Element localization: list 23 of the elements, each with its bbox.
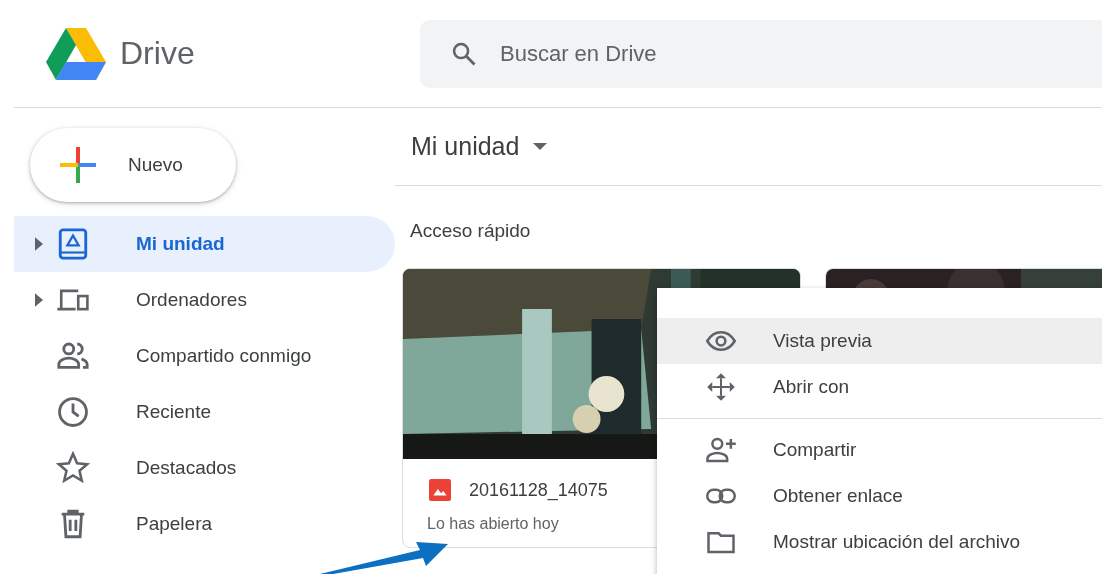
app-name: Drive <box>120 35 195 72</box>
drive-icon <box>56 227 90 261</box>
sidebar-item[interactable]: Compartido conmigo <box>14 328 395 384</box>
sidebar-item[interactable]: Ordenadores <box>14 272 395 328</box>
sidebar-item[interactable]: Destacados <box>14 440 395 496</box>
image-file-icon <box>429 479 451 501</box>
sidebar-item[interactable]: Papelera <box>14 496 395 552</box>
star-icon <box>56 451 90 485</box>
file-subtitle: Lo has abierto hoy <box>427 515 560 533</box>
menu-item[interactable]: Vista previa <box>657 318 1102 364</box>
move-arrows-icon <box>705 372 737 402</box>
file-name: 20161128_14075 <box>469 479 608 501</box>
person-add-icon <box>705 435 737 465</box>
drive-logo-icon <box>46 27 106 80</box>
plus-icon <box>60 147 96 183</box>
new-button[interactable]: Nuevo <box>30 128 236 202</box>
search-field[interactable]: Buscar en Drive <box>420 19 1102 88</box>
folder-dropdown[interactable]: Mi unidad <box>411 132 548 161</box>
sidebar-item[interactable]: Reciente <box>14 384 395 440</box>
sidebar-item[interactable]: Mi unidad <box>14 216 395 272</box>
dropdown-arrow-icon <box>533 143 548 150</box>
section-title: Acceso rápido <box>410 220 532 242</box>
clock-icon <box>56 395 90 429</box>
